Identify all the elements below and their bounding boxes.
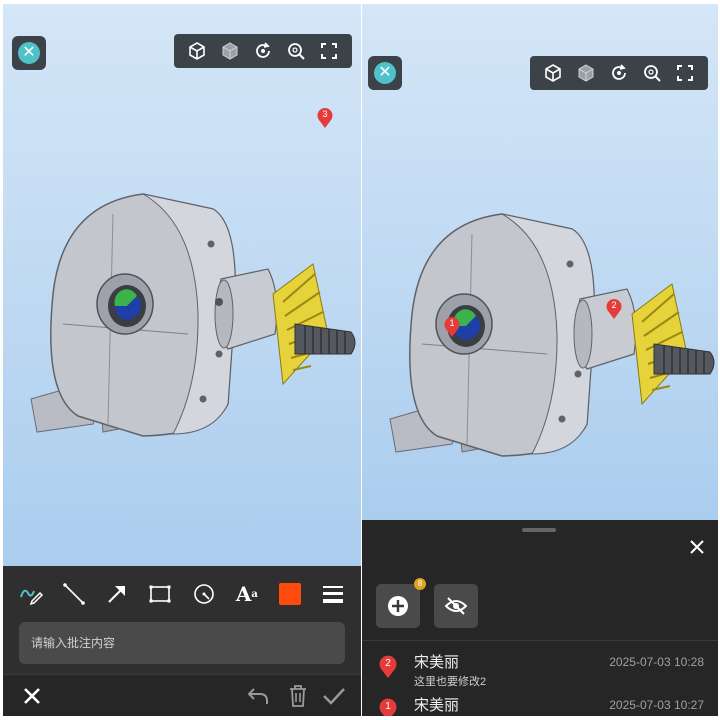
model-viewport[interactable]: ✕ 1 2 <box>362 4 718 524</box>
drawing-tools-panel: Aa <box>3 566 361 716</box>
toggle-visibility-button[interactable] <box>434 584 478 628</box>
line-tool-icon[interactable] <box>59 579 89 609</box>
rectangle-tool-icon[interactable] <box>145 579 175 609</box>
circle-tool-icon[interactable] <box>189 579 219 609</box>
text-size-icon[interactable]: Aa <box>232 579 262 609</box>
selected-color-swatch <box>279 583 302 605</box>
fullscreen-icon[interactable] <box>673 61 697 85</box>
undo-button[interactable] <box>243 681 273 711</box>
close-icon <box>690 540 704 554</box>
checkmark-icon <box>323 688 345 705</box>
model-viewport[interactable]: ✕ 3 <box>3 4 361 566</box>
comment-text: 这里也要修改2 <box>414 676 487 688</box>
pin-number: 3 <box>322 109 328 119</box>
close-icon: ✕ <box>374 62 396 84</box>
rotate-icon[interactable] <box>251 39 275 63</box>
eye-off-icon <box>444 597 468 615</box>
close-sheet-button[interactable] <box>686 536 708 558</box>
pin-number: 1 <box>385 701 391 712</box>
annotation-pin-3[interactable]: 3 <box>316 107 334 129</box>
pin-number: 2 <box>611 300 617 310</box>
undo-icon <box>247 688 268 704</box>
comment-item[interactable]: 1 宋美丽 2025-07-03 10:27 <box>362 688 718 716</box>
shaded-cube-icon[interactable] <box>574 61 598 85</box>
zoom-fit-icon[interactable] <box>284 39 308 63</box>
editor-action-bar <box>3 674 361 716</box>
view-cube-icon[interactable] <box>541 61 565 85</box>
comment-pin-icon: 1 <box>378 698 398 716</box>
confirm-button[interactable] <box>319 681 349 711</box>
view-cube-icon[interactable] <box>185 39 209 63</box>
pin-number: 1 <box>449 318 455 328</box>
comment-time: 2025-07-03 10:28 <box>609 655 704 669</box>
comment-author: 宋美丽 <box>414 654 460 671</box>
trash-icon <box>290 685 306 707</box>
divider <box>362 640 718 641</box>
comment-author: 宋美丽 <box>414 697 460 714</box>
annotation-list-panel: ✕ 1 2 8 2 宋美丽 2025-07-03 10:28 这里也要修改2 1… <box>362 4 718 716</box>
drag-handle[interactable] <box>522 528 556 532</box>
view-toolbar <box>174 34 352 68</box>
line-weight-icon[interactable] <box>318 579 348 609</box>
close-icon <box>24 688 40 704</box>
close-viewer-button[interactable]: ✕ <box>12 36 46 70</box>
close-icon: ✕ <box>18 42 40 64</box>
view-toolbar <box>530 56 708 90</box>
arrow-tool-icon[interactable] <box>102 579 132 609</box>
comment-pin-icon: 2 <box>378 655 398 679</box>
shaded-cube-icon[interactable] <box>218 39 242 63</box>
add-annotation-button[interactable]: 8 <box>376 578 426 628</box>
delete-button[interactable] <box>283 681 313 711</box>
rotate-icon[interactable] <box>607 61 631 85</box>
annotation-text-input[interactable] <box>19 622 345 664</box>
fullscreen-icon[interactable] <box>317 39 341 63</box>
annotation-editor-panel: ✕ 3 A a 请输入批注内容 <box>3 4 361 716</box>
annotation-pin-1[interactable]: 1 <box>443 316 461 338</box>
screenshot-stage: ✕ 3 A a 请输入批注内容 ✕ 1 2 8 2 宋美丽 2025-07-03… <box>0 0 720 720</box>
gearbox-model[interactable] <box>23 184 361 454</box>
drawing-toolbar: Aa <box>3 574 361 614</box>
comment-item[interactable]: 2 宋美丽 2025-07-03 10:28 这里也要修改2 <box>362 645 718 691</box>
close-viewer-button[interactable]: ✕ <box>368 56 402 90</box>
new-badge: 8 <box>414 578 426 590</box>
comments-sheet: 8 2 宋美丽 2025-07-03 10:28 这里也要修改2 1 宋美丽 2… <box>362 520 718 716</box>
freehand-pen-icon[interactable] <box>16 579 46 609</box>
cancel-button[interactable] <box>17 681 47 711</box>
annotation-pin-2[interactable]: 2 <box>605 298 623 320</box>
comment-time: 2025-07-03 10:27 <box>609 698 704 712</box>
color-picker-button[interactable] <box>275 579 305 609</box>
pin-number: 2 <box>385 658 391 669</box>
add-circle-icon <box>388 596 408 616</box>
zoom-fit-icon[interactable] <box>640 61 664 85</box>
gearbox-model[interactable] <box>382 204 718 474</box>
